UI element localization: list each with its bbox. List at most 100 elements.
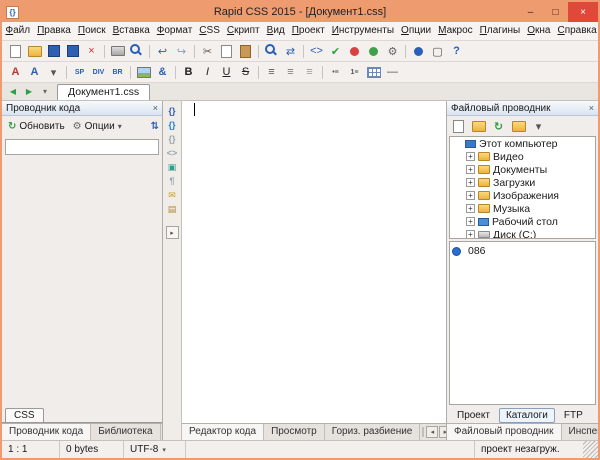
gear-icon[interactable]: ⚙ bbox=[383, 42, 402, 60]
back-icon[interactable]: ◀ bbox=[5, 84, 21, 99]
tree-expander-icon[interactable]: + bbox=[466, 191, 475, 200]
menu-item[interactable]: Формат bbox=[153, 22, 196, 40]
mail-icon[interactable]: ✉ bbox=[165, 188, 180, 202]
folder-views-icon[interactable] bbox=[509, 117, 528, 135]
snippets-icon[interactable]: {} bbox=[165, 132, 180, 146]
document-tab[interactable]: Документ1.css bbox=[57, 84, 150, 100]
browser-preview-icon[interactable] bbox=[409, 42, 428, 60]
tree-item[interactable]: + Загрузки bbox=[463, 176, 595, 189]
table-icon[interactable] bbox=[364, 63, 383, 81]
save-all-icon[interactable] bbox=[63, 42, 82, 60]
color-swatch-icon[interactable] bbox=[345, 42, 364, 60]
bullet-list-icon[interactable]: •≡ bbox=[326, 63, 345, 81]
close-button[interactable]: × bbox=[568, 2, 598, 22]
menu-item[interactable]: Проект bbox=[288, 22, 328, 40]
scroll-right-icon[interactable]: ▸ bbox=[439, 426, 446, 438]
menu-item[interactable]: Плагины bbox=[476, 22, 524, 40]
tree-expander-icon[interactable]: + bbox=[466, 165, 475, 174]
background-color-icon[interactable]: A bbox=[25, 63, 44, 81]
menu-item[interactable]: Файл bbox=[2, 22, 34, 40]
tree-expander-icon[interactable]: + bbox=[466, 204, 475, 213]
tag-icon[interactable]: <> bbox=[307, 42, 326, 60]
find-icon[interactable] bbox=[262, 42, 281, 60]
code-editor[interactable] bbox=[182, 101, 446, 423]
close-file-icon[interactable]: × bbox=[82, 42, 101, 60]
tree-item[interactable]: + Видео bbox=[463, 150, 595, 163]
open-file-icon[interactable] bbox=[25, 42, 44, 60]
strikethrough-icon[interactable]: S bbox=[236, 63, 255, 81]
editor-view-tab[interactable]: Редактор кода bbox=[182, 424, 264, 440]
span-tag-icon[interactable]: SP bbox=[70, 63, 89, 81]
tags-icon[interactable]: <> bbox=[165, 146, 180, 160]
panel-tab[interactable]: Библиотека bbox=[91, 424, 160, 440]
panel-tab[interactable]: Инспект... bbox=[562, 424, 598, 440]
menu-item[interactable]: Правка bbox=[34, 22, 75, 40]
tree-item[interactable]: + Рабочий стол bbox=[463, 215, 595, 228]
minimize-button[interactable]: – bbox=[518, 2, 543, 22]
align-left-icon[interactable]: ≡ bbox=[262, 63, 281, 81]
encoding-selector[interactable]: UTF-8 ▾ bbox=[124, 441, 186, 458]
tab-css[interactable]: CSS bbox=[5, 408, 44, 422]
menu-item[interactable]: Макрос bbox=[435, 22, 477, 40]
css-properties-icon[interactable]: {} bbox=[165, 104, 180, 118]
editor-view-tab[interactable]: Гориз. разбиение bbox=[325, 424, 421, 440]
cut-icon[interactable]: ✂ bbox=[198, 42, 217, 60]
menu-item[interactable]: Инструменты bbox=[328, 22, 397, 40]
css-check-icon[interactable]: ✔ bbox=[326, 42, 345, 60]
menu-item[interactable]: Окна bbox=[524, 22, 554, 40]
options-button[interactable]: ⚙ Опции ▾ bbox=[70, 120, 125, 133]
underline-icon[interactable]: U bbox=[217, 63, 236, 81]
sort-icon[interactable]: ⇅ bbox=[151, 121, 159, 132]
file-item[interactable]: 086 bbox=[452, 244, 593, 258]
symbols-icon[interactable]: ¶ bbox=[165, 174, 180, 188]
align-center-icon[interactable]: ≡ bbox=[281, 63, 300, 81]
numbered-list-icon[interactable]: 1≡ bbox=[345, 63, 364, 81]
align-right-icon[interactable]: ≡ bbox=[300, 63, 319, 81]
tree-expander-icon[interactable]: + bbox=[466, 230, 475, 239]
tree-expander-icon[interactable]: + bbox=[466, 178, 475, 187]
code-explorer-close-icon[interactable]: × bbox=[149, 103, 158, 113]
help-icon[interactable]: ? bbox=[447, 42, 466, 60]
menu-item[interactable]: Скрипт bbox=[223, 22, 263, 40]
tree-expander-icon[interactable]: + bbox=[466, 152, 475, 161]
menu-item[interactable]: Вставка bbox=[109, 22, 153, 40]
undo-icon[interactable]: ↩ bbox=[153, 42, 172, 60]
new-file-icon[interactable] bbox=[449, 117, 468, 135]
panel-tab[interactable]: Файловый проводник bbox=[447, 424, 562, 440]
horizontal-scrollbar[interactable] bbox=[422, 427, 424, 437]
link-icon[interactable]: & bbox=[153, 63, 172, 81]
replace-icon[interactable]: ⇄ bbox=[281, 42, 300, 60]
menu-item[interactable]: Поиск bbox=[74, 22, 109, 40]
tree-expander-icon[interactable]: + bbox=[466, 217, 475, 226]
maximize-button[interactable]: □ bbox=[543, 2, 568, 22]
menu-item[interactable]: CSS bbox=[196, 22, 224, 40]
view-tab[interactable]: FTP bbox=[557, 408, 590, 423]
palette-icon[interactable] bbox=[364, 42, 383, 60]
paste-icon[interactable] bbox=[236, 42, 255, 60]
image-icon[interactable] bbox=[134, 63, 153, 81]
refresh-button[interactable]: ↻ Обновить bbox=[5, 120, 68, 133]
print-icon[interactable] bbox=[108, 42, 127, 60]
refresh-icon[interactable]: ↻ bbox=[489, 117, 508, 135]
menu-item[interactable]: Опции bbox=[398, 22, 435, 40]
font-color-icon[interactable]: A bbox=[6, 63, 25, 81]
save-icon[interactable] bbox=[44, 42, 63, 60]
documents-dropdown-icon[interactable]: ▾ bbox=[37, 84, 53, 99]
br-tag-icon[interactable]: BR bbox=[108, 63, 127, 81]
new-document-icon[interactable] bbox=[6, 42, 25, 60]
tree-item[interactable]: + Изображения bbox=[463, 189, 595, 202]
hr-icon[interactable]: — bbox=[383, 63, 402, 81]
palette-dropdown-icon[interactable]: ▾ bbox=[44, 63, 63, 81]
bold-icon[interactable]: B bbox=[179, 63, 198, 81]
fullscreen-icon[interactable]: ▢ bbox=[428, 42, 447, 60]
redo-icon[interactable]: ↪ bbox=[172, 42, 191, 60]
css-structure-icon[interactable]: {} bbox=[165, 118, 180, 132]
collapse-strip-icon[interactable]: ▸ bbox=[166, 226, 179, 239]
div-tag-icon[interactable]: DIV bbox=[89, 63, 108, 81]
titlebar[interactable]: {} Rapid CSS 2015 - [Документ1.css] – □ … bbox=[2, 2, 598, 22]
editor-view-tab[interactable]: Просмотр bbox=[264, 424, 325, 440]
panel-tab[interactable]: Проводник кода bbox=[2, 424, 91, 440]
menu-item[interactable]: Вид bbox=[263, 22, 288, 40]
views-caret-icon[interactable]: ▾ bbox=[529, 117, 548, 135]
notes-icon[interactable]: ▤ bbox=[165, 202, 180, 216]
